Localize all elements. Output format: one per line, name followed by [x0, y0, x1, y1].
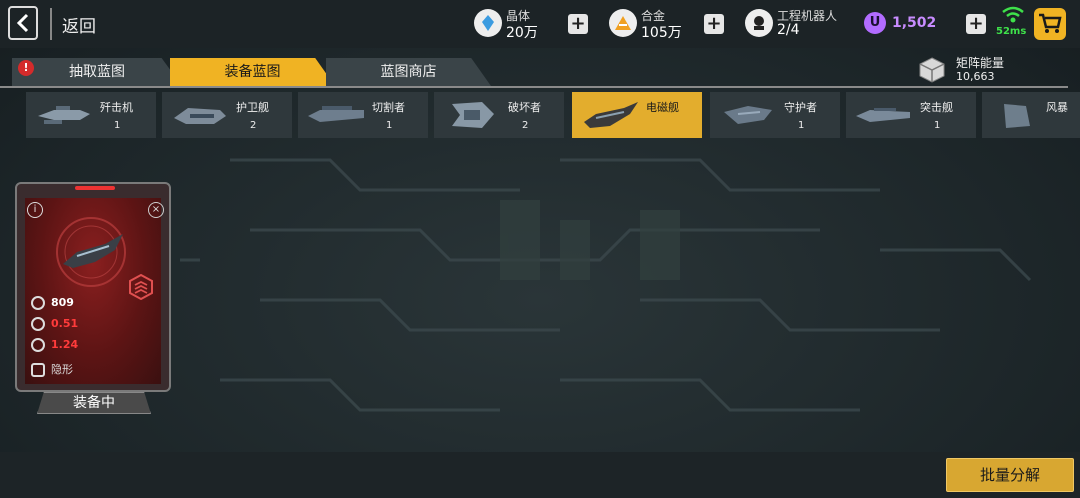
currency-icon: U [864, 12, 886, 34]
matrix-energy-label: 矩阵能量 [956, 56, 1005, 70]
stat-row: 809 [31, 296, 74, 310]
tab-draw-blueprint[interactable]: 抽取蓝图 [12, 58, 182, 86]
info-icon[interactable]: i [27, 202, 43, 218]
card-body [25, 198, 161, 384]
card-frame: i × 809 0.51 1.24 隐形 [15, 182, 171, 392]
stat-value: 1.24 [51, 338, 79, 351]
ship-count: 1 [934, 120, 941, 131]
ship-item-destroyer[interactable]: 破坏者 2 [434, 92, 564, 138]
equipped-status-button[interactable]: 装备中 [37, 392, 151, 414]
frigate-ship-icon [174, 108, 226, 124]
stat-value: 隐形 [51, 363, 73, 376]
ship-count: 1 [798, 120, 805, 131]
crosshair-icon [31, 338, 45, 352]
currency-value: 1,502 [892, 15, 937, 31]
cutter-ship-icon [308, 106, 364, 122]
chevron-left-icon [16, 13, 29, 33]
ship-item-frigate[interactable]: 护卫舰 2 [162, 92, 292, 138]
stealth-icon [31, 363, 45, 377]
crystal-value: 20万 [506, 25, 538, 41]
rank-chevron-icon [129, 274, 153, 300]
cart-icon [1039, 13, 1062, 33]
top-bar: 返回 晶体 20万 + 合金 105万 + 工程机器人 2/4 U 1,502 … [0, 0, 1080, 48]
bottom-bar [0, 452, 1080, 498]
matrix-energy-value: 10,663 [956, 70, 995, 83]
destroyer-ship-icon [452, 102, 494, 128]
fighter-ship-icon [38, 106, 90, 124]
stat-value: 0.51 [51, 317, 79, 330]
assault-ship-icon [856, 108, 910, 122]
robot-icon [745, 9, 773, 37]
ship-name: 破坏者 [508, 101, 541, 114]
emship-ship-icon [584, 102, 638, 128]
crystal-icon [474, 9, 502, 37]
tab-equip-blueprint[interactable]: 装备蓝图 [170, 58, 335, 86]
stat-row: 1.24 [31, 338, 78, 352]
tab-blueprint-shop[interactable]: 蓝图商店 [326, 58, 491, 86]
guardian-ship-icon [724, 106, 772, 124]
back-button[interactable] [8, 6, 38, 40]
ship-item-guardian[interactable]: 守护者 1 [710, 92, 840, 138]
stat-row: 0.51 [31, 317, 78, 331]
add-currency-button[interactable]: + [966, 14, 986, 34]
ship-item-storm[interactable]: 风暴 [982, 92, 1080, 138]
ship-name: 突击舰 [920, 101, 953, 114]
ship-name: 风暴 [1046, 101, 1068, 114]
wifi-icon [1002, 6, 1024, 23]
ship-name: 电磁舰 [646, 101, 679, 114]
ship-category-list: 歼击机 1 护卫舰 2 切割者 1 破坏者 2 电磁舰 守护者 1 突击舰 1 … [0, 92, 1080, 140]
blueprint-card[interactable]: i × 809 0.51 1.24 隐形 装备中 [15, 182, 171, 414]
robot-value: 2/4 [777, 22, 800, 38]
ship-name: 歼击机 [100, 101, 133, 114]
network-status: 52ms [996, 6, 1028, 40]
alloy-icon [609, 9, 637, 37]
shop-cart-button[interactable] [1034, 8, 1066, 40]
close-icon[interactable]: × [148, 202, 164, 218]
ship-item-fighter[interactable]: 歼击机 1 [26, 92, 156, 138]
speed-icon [31, 317, 45, 331]
alloy-value: 105万 [641, 25, 682, 41]
ship-count: 2 [522, 120, 529, 131]
batch-decompose-button[interactable]: 批量分解 [946, 458, 1074, 492]
add-alloy-button[interactable]: + [704, 14, 724, 34]
ship-name: 切割者 [372, 101, 405, 114]
add-crystal-button[interactable]: + [568, 14, 588, 34]
alert-badge: ! [18, 60, 34, 76]
divider [50, 8, 52, 40]
ship-count: 1 [114, 120, 121, 131]
ship-item-assault[interactable]: 突击舰 1 [846, 92, 976, 138]
ship-item-cutter[interactable]: 切割者 1 [298, 92, 428, 138]
tab-underline [0, 86, 1068, 88]
ship-item-emship[interactable]: 电磁舰 [572, 92, 702, 138]
stat-row: 隐形 [31, 361, 73, 377]
cube-icon [919, 57, 945, 83]
back-label[interactable]: 返回 [62, 12, 96, 37]
ship-count: 1 [386, 120, 393, 131]
stat-value: 809 [51, 296, 74, 309]
storm-ship-icon [1004, 104, 1030, 128]
ship-name: 守护者 [784, 101, 817, 114]
ship-count: 2 [250, 120, 257, 131]
latency-value: 52ms [996, 26, 1027, 37]
cluster-icon [31, 296, 45, 310]
ship-name: 护卫舰 [236, 101, 269, 114]
card-top-indicator [75, 186, 115, 190]
